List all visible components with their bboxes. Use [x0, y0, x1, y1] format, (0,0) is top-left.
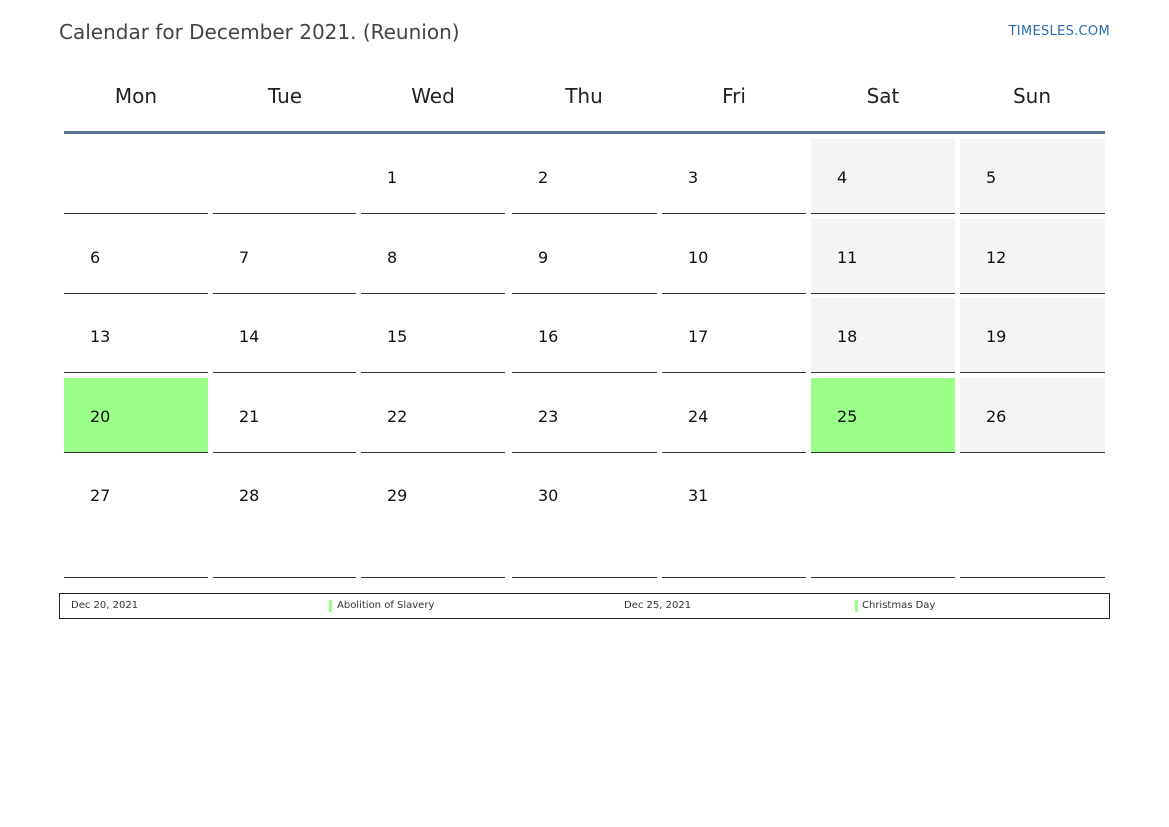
weekday-header-row: Mon Tue Wed Thu Fri Sat Sun — [64, 84, 1105, 114]
day-number: 6 — [90, 248, 101, 267]
legend-name-1: Abolition of Slavery — [337, 600, 435, 611]
day-number: 23 — [538, 407, 559, 426]
day-cell-empty[interactable] — [960, 458, 1105, 578]
day-number: 21 — [239, 407, 260, 426]
day-number: 24 — [688, 407, 709, 426]
day-number: 4 — [837, 168, 848, 187]
day-cell-28[interactable]: 28 — [213, 458, 356, 578]
day-cell-empty[interactable] — [64, 139, 208, 214]
day-cell-27[interactable]: 27 — [64, 458, 208, 578]
legend-swatch-2 — [855, 600, 858, 612]
day-cell-2[interactable]: 2 — [512, 139, 657, 214]
day-cell-3[interactable]: 3 — [662, 139, 806, 214]
day-number: 31 — [688, 486, 709, 505]
day-cell-12[interactable]: 12 — [960, 219, 1105, 294]
weekday-header-fri: Fri — [722, 84, 746, 108]
day-cell-30[interactable]: 30 — [512, 458, 657, 578]
day-cell-17[interactable]: 17 — [662, 298, 806, 373]
day-cell-19[interactable]: 19 — [960, 298, 1105, 373]
day-number: 17 — [688, 327, 709, 346]
weekday-header-sun: Sun — [1012, 84, 1052, 108]
day-number: 19 — [986, 327, 1007, 346]
page-title: Calendar for December 2021. (Reunion) — [59, 20, 460, 44]
day-cell-31[interactable]: 31 — [662, 458, 806, 578]
legend-date-1: Dec 20, 2021 — [71, 600, 139, 611]
weekday-header-wed: Wed — [411, 84, 455, 108]
day-number: 28 — [239, 486, 260, 505]
day-cell-5[interactable]: 5 — [960, 139, 1105, 214]
day-number: 12 — [986, 248, 1007, 267]
day-cell-24[interactable]: 24 — [662, 378, 806, 453]
day-cell-1[interactable]: 1 — [361, 139, 505, 214]
day-cell-empty[interactable] — [213, 139, 356, 214]
day-cell-22[interactable]: 22 — [361, 378, 505, 453]
day-cell-29[interactable]: 29 — [361, 458, 505, 578]
weekday-header-sat: Sat — [866, 84, 900, 108]
day-cell-26[interactable]: 26 — [960, 378, 1105, 453]
day-number: 22 — [387, 407, 408, 426]
day-cell-4[interactable]: 4 — [811, 139, 955, 214]
day-number: 9 — [538, 248, 549, 267]
day-cell-9[interactable]: 9 — [512, 219, 657, 294]
day-number: 18 — [837, 327, 858, 346]
day-cell-6[interactable]: 6 — [64, 219, 208, 294]
day-number: 16 — [538, 327, 559, 346]
day-cell-empty[interactable] — [811, 458, 955, 578]
day-number: 1 — [387, 168, 398, 187]
day-number: 25 — [837, 407, 858, 426]
day-number: 10 — [688, 248, 709, 267]
weekday-header-thu: Thu — [565, 84, 603, 108]
day-number: 8 — [387, 248, 398, 267]
day-number: 20 — [90, 407, 111, 426]
day-cell-8[interactable]: 8 — [361, 219, 505, 294]
day-cell-16[interactable]: 16 — [512, 298, 657, 373]
day-cell-13[interactable]: 13 — [64, 298, 208, 373]
day-number: 5 — [986, 168, 997, 187]
day-number: 2 — [538, 168, 549, 187]
day-number: 14 — [239, 327, 260, 346]
day-cell-15[interactable]: 15 — [361, 298, 505, 373]
day-cell-10[interactable]: 10 — [662, 219, 806, 294]
day-number: 26 — [986, 407, 1007, 426]
day-number: 3 — [688, 168, 699, 187]
day-number: 13 — [90, 327, 111, 346]
legend-date-2: Dec 25, 2021 — [624, 600, 692, 611]
day-number: 27 — [90, 486, 111, 505]
day-cell-14[interactable]: 14 — [213, 298, 356, 373]
site-link[interactable]: TIMESLES.COM — [1009, 24, 1110, 39]
day-cell-25[interactable]: 25 — [811, 378, 955, 453]
day-cell-20[interactable]: 20 — [64, 378, 208, 453]
day-number: 29 — [387, 486, 408, 505]
day-number: 30 — [538, 486, 559, 505]
day-number: 7 — [239, 248, 250, 267]
day-cell-7[interactable]: 7 — [213, 219, 356, 294]
holiday-legend: Dec 20, 2021 Abolition of Slavery Dec 25… — [59, 593, 1110, 619]
day-number: 11 — [837, 248, 858, 267]
legend-swatch-1 — [329, 600, 332, 612]
day-cell-21[interactable]: 21 — [213, 378, 356, 453]
header-divider — [64, 131, 1105, 134]
weekday-header-mon: Mon — [114, 84, 158, 108]
day-cell-23[interactable]: 23 — [512, 378, 657, 453]
weekday-header-tue: Tue — [267, 84, 303, 108]
legend-name-2: Christmas Day — [862, 600, 936, 611]
day-cell-18[interactable]: 18 — [811, 298, 955, 373]
day-cell-11[interactable]: 11 — [811, 219, 955, 294]
day-number: 15 — [387, 327, 408, 346]
